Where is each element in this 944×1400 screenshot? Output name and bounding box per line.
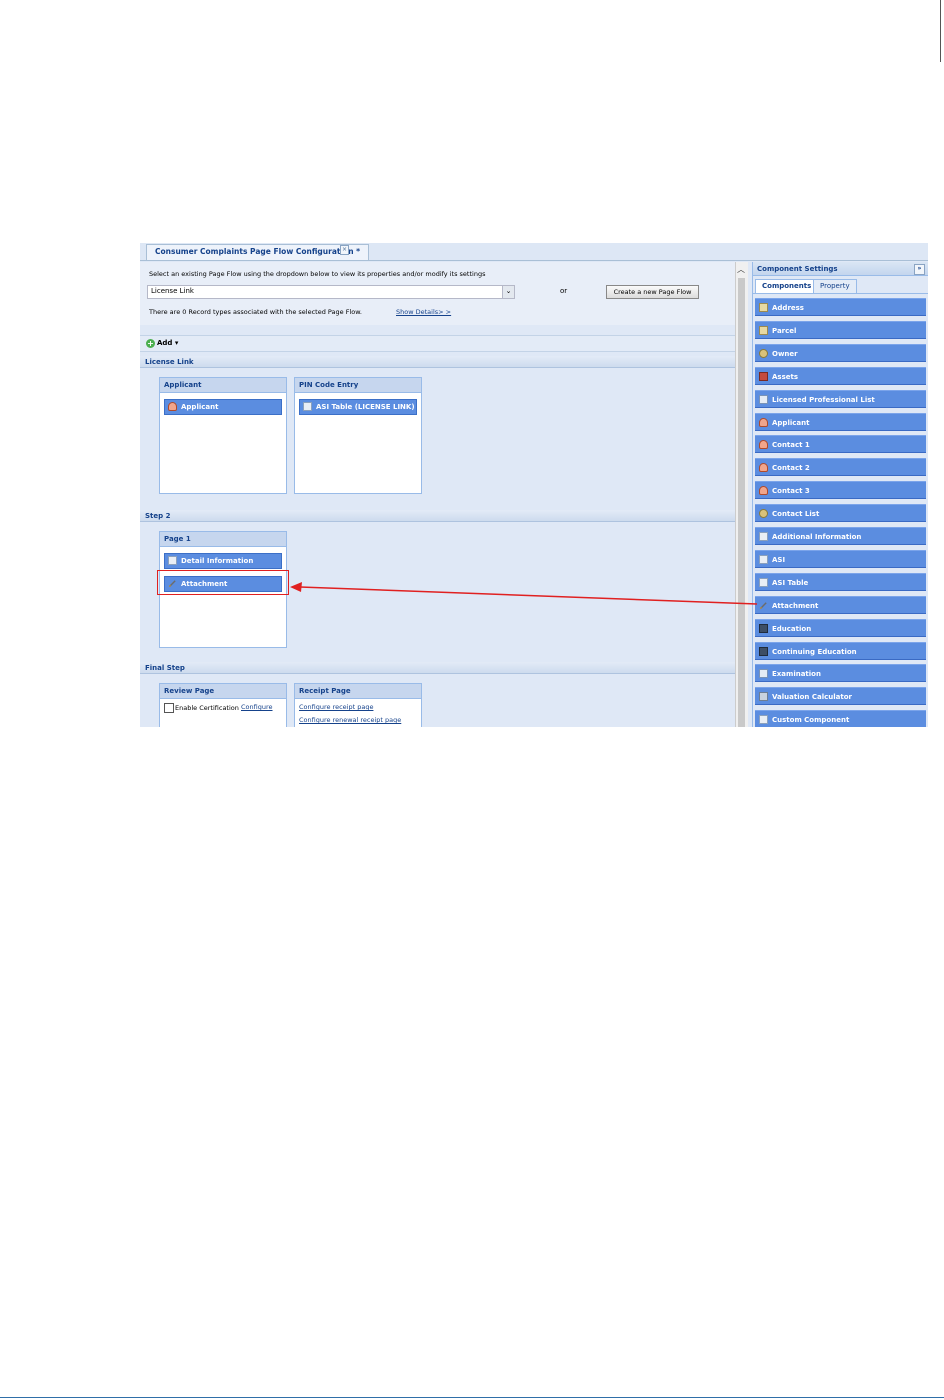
table-icon xyxy=(759,715,768,725)
configure-renewal-receipt-page-link[interactable]: Configure renewal receipt page xyxy=(299,716,401,724)
component-item-custom-component[interactable]: Custom Component xyxy=(755,710,926,727)
configure-receipt-page-link[interactable]: Configure receipt page xyxy=(299,703,373,711)
enable-certification-label: Enable Certification xyxy=(175,704,239,712)
component-item-label: Custom Component xyxy=(772,716,850,725)
page-bottom-line xyxy=(0,1397,944,1398)
configure-certification-link[interactable]: Configure xyxy=(241,703,273,711)
annotation-arrow xyxy=(290,582,758,605)
enable-certification-checkbox[interactable] xyxy=(164,703,174,713)
